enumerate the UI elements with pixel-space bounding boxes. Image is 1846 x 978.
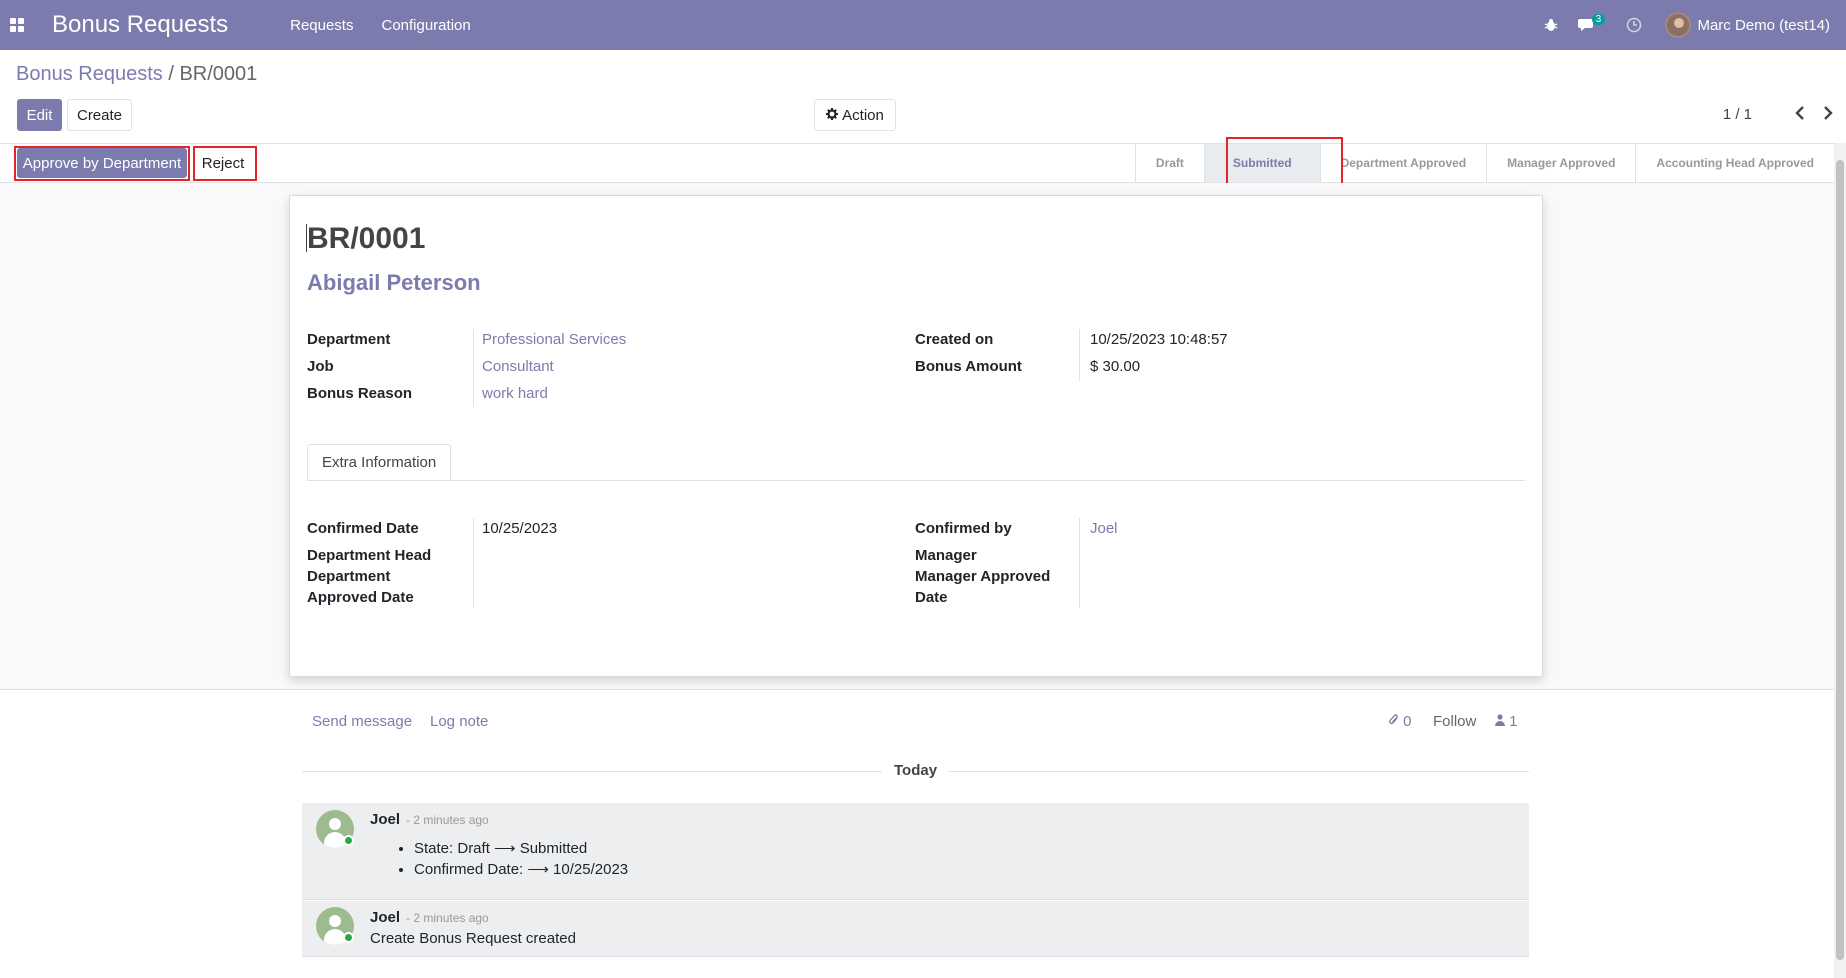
tab-extra-information[interactable]: Extra Information xyxy=(307,444,452,481)
status-bar: Approve by Department Reject Draft Submi… xyxy=(0,143,1834,183)
stage-department-approved[interactable]: Department Approved xyxy=(1319,144,1487,182)
employee-name[interactable]: Abigail Peterson xyxy=(307,270,481,296)
department-approved-date-label-2: Approved Date xyxy=(307,589,414,606)
pager-next-icon[interactable] xyxy=(1822,104,1834,125)
edit-button[interactable]: Edit xyxy=(17,99,62,131)
chatter-message: Joel - 2 minutes ago Create Bonus Request… xyxy=(302,901,1529,957)
created-on-value: 10/25/2023 10:48:57 xyxy=(1090,331,1228,348)
message-time: - 2 minutes ago xyxy=(406,911,489,925)
follow-button[interactable]: Follow xyxy=(1433,713,1476,730)
action-button[interactable]: Action xyxy=(814,99,896,131)
stage-draft[interactable]: Draft xyxy=(1134,144,1204,182)
user-name: Marc Demo (test14) xyxy=(1697,16,1830,34)
paperclip-icon xyxy=(1389,713,1403,730)
form-sheet: BR/0001 Abigail Peterson Department Job … xyxy=(289,195,1543,677)
bonus-reason-value[interactable]: work hard xyxy=(482,385,548,402)
create-button[interactable]: Create xyxy=(67,99,132,131)
breadcrumb-separator: / xyxy=(168,63,174,85)
user-icon xyxy=(1495,713,1509,730)
bonus-amount-value: $ 30.00 xyxy=(1090,358,1141,375)
author-name[interactable]: Joel xyxy=(370,811,400,828)
message-author: Joel - 2 minutes ago xyxy=(370,909,489,926)
online-status-icon xyxy=(343,835,354,846)
breadcrumb: Bonus Requests / BR/0001 xyxy=(16,63,257,86)
pager-value[interactable]: 1 / 1 xyxy=(1723,106,1752,123)
pager-previous-icon[interactable] xyxy=(1794,104,1806,125)
department-head-label: Department Head xyxy=(307,547,432,564)
confirmed-date-label: Confirmed Date xyxy=(307,520,419,537)
separator-right xyxy=(1079,329,1080,381)
debug-bug-icon[interactable] xyxy=(1531,0,1571,50)
author-name[interactable]: Joel xyxy=(370,909,400,926)
menu-requests[interactable]: Requests xyxy=(290,17,353,34)
separator-left xyxy=(473,329,474,407)
department-value[interactable]: Professional Services xyxy=(482,331,626,348)
today-divider-right xyxy=(948,771,1529,772)
apps-menu-icon[interactable] xyxy=(0,0,34,50)
tab-divider xyxy=(307,480,1525,481)
scrollbar-thumb[interactable] xyxy=(1836,160,1844,960)
chatter-message: Joel - 2 minutes ago State: Draft ⟶ Submi… xyxy=(302,803,1529,900)
bonus-reason-label: Bonus Reason xyxy=(307,385,413,402)
tracking-confirmed-date: Confirmed Date: ⟶ 10/25/2023 xyxy=(414,859,628,880)
app-title[interactable]: Bonus Requests xyxy=(52,11,228,39)
tracking-state: State: Draft ⟶ Submitted xyxy=(414,838,628,859)
highlight-approve xyxy=(14,146,190,181)
user-avatar xyxy=(1665,12,1692,38)
confirmed-by-value[interactable]: Joel xyxy=(1090,520,1118,537)
message-author: Joel - 2 minutes ago xyxy=(370,811,489,828)
highlight-submitted-stage xyxy=(1226,137,1343,188)
manager-approved-date-label-2: Date xyxy=(915,589,948,606)
today-label: Today xyxy=(894,762,938,779)
attachments-count: 0 xyxy=(1403,713,1412,730)
online-status-icon xyxy=(343,932,354,943)
highlight-reject xyxy=(193,146,257,181)
created-on-label: Created on xyxy=(915,331,994,348)
bonus-amount-label: Bonus Amount xyxy=(915,358,1022,375)
department-approved-date-label-1: Department xyxy=(307,568,391,585)
menu-configuration[interactable]: Configuration xyxy=(381,17,470,34)
action-label: Action xyxy=(842,106,884,124)
today-divider-left xyxy=(302,771,882,772)
manager-approved-date-label-1: Manager Approved xyxy=(915,568,1051,585)
tracking-values: State: Draft ⟶ Submitted Confirmed Date:… xyxy=(414,838,628,880)
job-label: Job xyxy=(307,358,334,375)
breadcrumb-current: BR/0001 xyxy=(179,63,258,85)
confirmed-date-value: 10/25/2023 xyxy=(482,520,558,537)
department-label: Department xyxy=(307,331,391,348)
top-navbar: Bonus Requests Requests Configuration 3 … xyxy=(0,0,1846,50)
separator-extra-right xyxy=(1079,518,1080,608)
manager-label: Manager xyxy=(915,547,977,564)
user-menu[interactable]: Marc Demo (test14) xyxy=(1653,0,1846,50)
stage-manager-approved[interactable]: Manager Approved xyxy=(1486,144,1635,182)
activity-clock-icon[interactable] xyxy=(1615,0,1653,50)
message-time: - 2 minutes ago xyxy=(406,813,489,827)
followers-button[interactable]: 1 xyxy=(1495,713,1518,730)
breadcrumb-parent[interactable]: Bonus Requests xyxy=(16,63,163,85)
separator-extra-left xyxy=(473,518,474,608)
job-value[interactable]: Consultant xyxy=(482,358,554,375)
messages-count-badge: 3 xyxy=(1591,13,1606,25)
scrollbar[interactable] xyxy=(1834,143,1846,978)
record-name: BR/0001 xyxy=(307,222,426,255)
stage-accounting-head-approved[interactable]: Accounting Head Approved xyxy=(1635,144,1834,182)
send-message-button[interactable]: Send message xyxy=(312,713,412,730)
log-note-button[interactable]: Log note xyxy=(430,713,488,730)
confirmed-by-label: Confirmed by xyxy=(915,520,1012,537)
message-body: Create Bonus Request created xyxy=(370,930,576,947)
followers-count: 1 xyxy=(1509,713,1518,730)
gear-icon xyxy=(826,107,839,124)
attachments-button[interactable]: 0 xyxy=(1389,713,1412,730)
messages-icon[interactable]: 3 xyxy=(1571,0,1615,50)
